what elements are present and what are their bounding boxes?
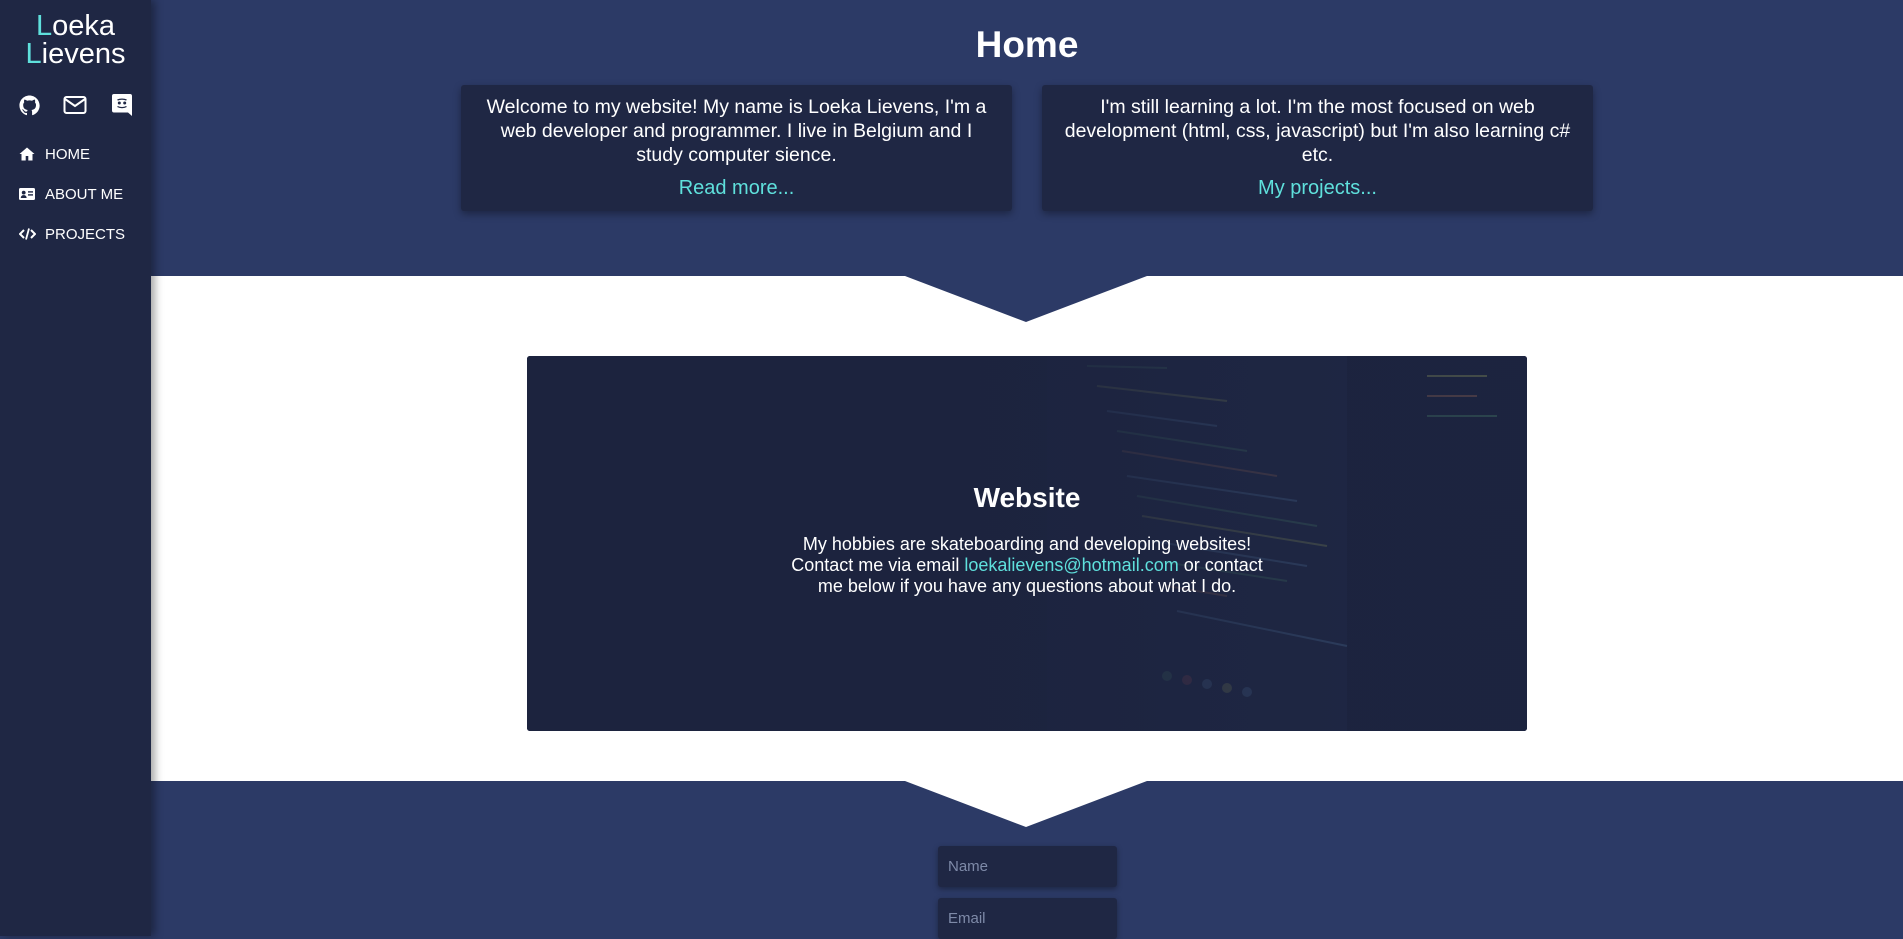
hero-section: Home Welcome to my website! My name is L… <box>151 0 1903 276</box>
banner-line-2-prefix: Contact me via email <box>791 555 965 575</box>
nav-item-home[interactable]: HOME <box>0 134 151 174</box>
social-links <box>0 92 151 118</box>
github-icon[interactable] <box>16 92 42 118</box>
section-divider-top <box>905 276 1147 322</box>
my-projects-link[interactable]: My projects... <box>1062 176 1573 200</box>
banner-line-2-suffix: or contact <box>1178 555 1263 575</box>
banner-description: My hobbies are skateboarding and develop… <box>527 534 1527 597</box>
learning-card-text: I'm still learning a lot. I'm the most f… <box>1064 96 1571 166</box>
intro-card: Welcome to my website! My name is Loeka … <box>461 85 1012 211</box>
page-title: Home <box>975 24 1079 65</box>
email-link[interactable]: loekalievens@hotmail.com <box>964 555 1178 575</box>
nav-item-projects[interactable]: PROJECTS <box>0 214 151 254</box>
logo-initial-last: L <box>25 38 42 70</box>
nav-item-about-me[interactable]: ABOUT ME <box>0 174 151 214</box>
banner-line-1: My hobbies are skateboarding and develop… <box>802 534 1252 554</box>
banner-line-3: me below if you have any questions about… <box>817 576 1237 596</box>
email-field[interactable] <box>938 898 1117 939</box>
website-banner: Website My hobbies are skateboarding and… <box>527 356 1527 731</box>
name-field[interactable] <box>938 846 1117 887</box>
logo-last-name: ievens <box>41 38 126 70</box>
main-content: Home Welcome to my website! My name is L… <box>151 0 1903 939</box>
site-logo[interactable]: Loeka Lievens <box>0 0 151 70</box>
nav-item-label: HOME <box>45 145 90 163</box>
banner-title: Website <box>973 482 1081 513</box>
sidebar-nav: HOME ABOUT ME PROJECTS <box>0 134 151 254</box>
intro-card-text: Welcome to my website! My name is Loeka … <box>486 96 987 166</box>
banner-content: Website My hobbies are skateboarding and… <box>527 356 1527 731</box>
learning-card: I'm still learning a lot. I'm the most f… <box>1042 85 1593 211</box>
code-icon <box>18 225 36 243</box>
mail-icon[interactable] <box>62 92 88 118</box>
discord-icon[interactable] <box>109 92 135 118</box>
read-more-link[interactable]: Read more... <box>481 176 992 200</box>
nav-item-label: PROJECTS <box>45 225 126 243</box>
nav-item-label: ABOUT ME <box>45 185 124 203</box>
section-divider-bottom <box>905 781 1147 827</box>
id-card-icon <box>18 185 36 203</box>
home-icon <box>18 145 36 163</box>
sidebar: Loeka Lievens HOME ABOUT ME PROJECTS <box>0 0 151 936</box>
